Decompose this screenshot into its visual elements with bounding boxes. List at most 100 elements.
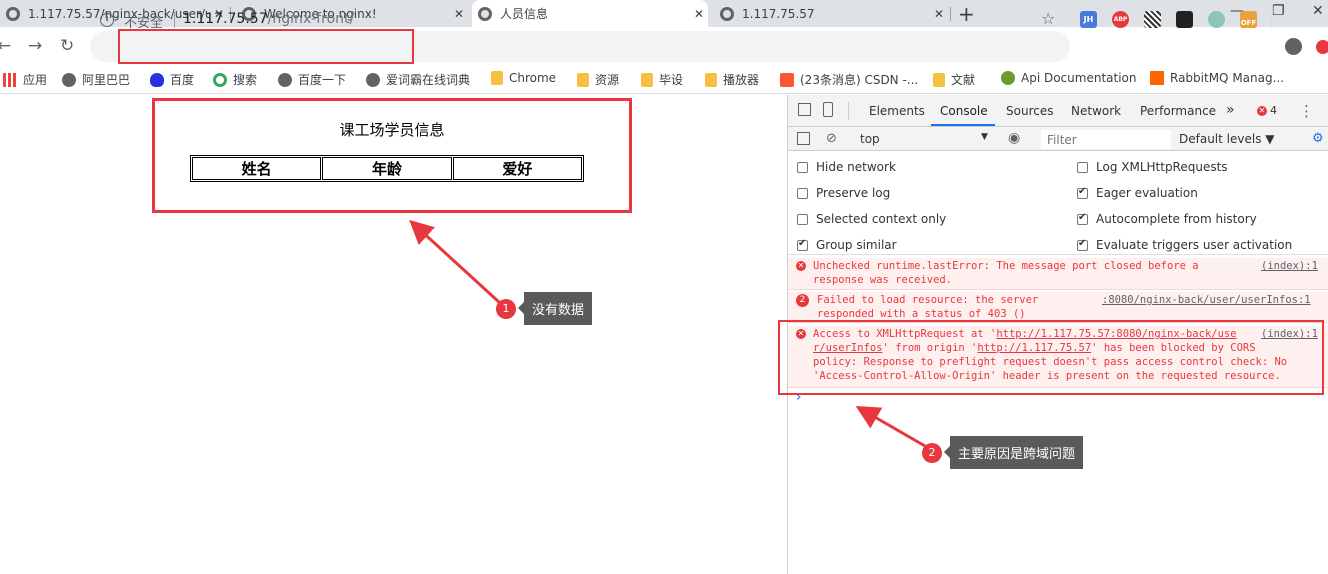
checkbox-checked[interactable] bbox=[1077, 212, 1088, 225]
log-levels-dropdown[interactable]: Default levels ▼ bbox=[1179, 132, 1275, 146]
red-extension-icon[interactable] bbox=[1316, 40, 1328, 54]
checkbox-unchecked[interactable] bbox=[797, 161, 808, 173]
content-highlight-box: 课工场学员信息 姓名 年龄 爱好 bbox=[152, 98, 632, 213]
option-autocomplete[interactable]: Autocomplete from history bbox=[1077, 212, 1257, 226]
url-text[interactable]: 1.117.75.57/nginx-front/ bbox=[183, 11, 354, 27]
back-icon[interactable]: ← bbox=[0, 36, 11, 56]
column-header-name: 姓名 bbox=[192, 157, 322, 180]
bookmark-label: 爱词霸在线词典 bbox=[386, 73, 471, 87]
error-count-badge[interactable]: ✕ 4 bbox=[1257, 104, 1277, 117]
forward-icon[interactable]: → bbox=[28, 36, 42, 56]
checkbox-checked[interactable] bbox=[1077, 238, 1088, 251]
bookmark-label: 百度 bbox=[170, 73, 195, 87]
profile-icon[interactable] bbox=[1285, 38, 1302, 55]
devtools-tab-performance[interactable]: Performance bbox=[1140, 104, 1216, 118]
close-window-icon[interactable]: ✕ bbox=[1312, 3, 1324, 19]
console-filter-bar: ⊘ top ▼ ◉ Default levels ▼ ⚙ bbox=[788, 127, 1328, 151]
devtools-menu-icon[interactable]: ⋮ bbox=[1299, 102, 1314, 120]
bookmark-label: Api Documentation bbox=[1021, 71, 1137, 85]
checkbox-unchecked[interactable] bbox=[797, 213, 808, 225]
bookmarks-bar: 应用 阿里巴巴 百度 搜索 百度一下 爱词霸在线词典 Chrome 资源 毕设 … bbox=[0, 66, 1328, 94]
sidebar-toggle-icon[interactable] bbox=[797, 132, 810, 145]
site-info-icon[interactable]: i bbox=[100, 13, 114, 27]
folder-icon bbox=[577, 72, 589, 87]
bookmark-folder-papers[interactable]: 文献 bbox=[933, 71, 975, 88]
close-tab-icon[interactable]: ✕ bbox=[690, 7, 708, 21]
message-source-link[interactable]: (index):1 bbox=[1261, 259, 1318, 273]
context-selector[interactable]: top bbox=[860, 132, 880, 146]
clear-console-icon[interactable]: ⊘ bbox=[826, 131, 837, 146]
message-text: Unchecked runtime.lastError: The message… bbox=[813, 260, 1199, 286]
option-evaluate-triggers[interactable]: Evaluate triggers user activation bbox=[1077, 238, 1292, 252]
jh-extension-icon[interactable]: JH bbox=[1080, 11, 1097, 28]
tampermonkey-extension-icon[interactable] bbox=[1176, 11, 1193, 28]
bookmark-folder-resources[interactable]: 资源 bbox=[577, 71, 619, 88]
bookmark-label: RabbitMQ Manag... bbox=[1170, 71, 1285, 85]
bookmark-star-icon[interactable]: ☆ bbox=[1041, 9, 1055, 28]
option-hide-network[interactable]: Hide network bbox=[797, 160, 896, 174]
option-eager-evaluation[interactable]: Eager evaluation bbox=[1077, 186, 1198, 200]
cors-error-highlight-box bbox=[778, 320, 1324, 395]
checkbox-checked[interactable] bbox=[797, 238, 808, 251]
column-header-hobby: 爱好 bbox=[452, 157, 582, 180]
new-tab-icon[interactable]: + bbox=[958, 2, 975, 26]
bookmark-folder-player[interactable]: 播放器 bbox=[705, 71, 759, 88]
option-selected-context[interactable]: Selected context only bbox=[797, 212, 946, 226]
rabbitmq-icon bbox=[1150, 71, 1164, 85]
bookmark-folder-thesis[interactable]: 毕设 bbox=[641, 71, 683, 88]
chevron-down-icon[interactable]: ▼ bbox=[981, 132, 988, 142]
close-tab-icon[interactable]: ✕ bbox=[450, 7, 468, 21]
bookmark-baidu[interactable]: 百度 bbox=[150, 71, 194, 88]
error-icon: ✕ bbox=[1257, 105, 1267, 116]
globe-icon bbox=[6, 6, 20, 21]
toolbar-separator bbox=[1271, 12, 1272, 28]
option-log-xhr[interactable]: Log XMLHttpRequests bbox=[1077, 160, 1228, 174]
option-group-similar[interactable]: Group similar bbox=[797, 238, 897, 252]
bookmark-alibaba[interactable]: 阿里巴巴 bbox=[62, 71, 130, 88]
more-tabs-icon[interactable]: » bbox=[1226, 102, 1235, 118]
devtools-tab-network[interactable]: Network bbox=[1071, 104, 1121, 118]
devtools-tab-console[interactable]: Console bbox=[940, 104, 988, 118]
bookmark-label: (23条消息) CSDN -... bbox=[800, 73, 919, 87]
bookmark-folder-chrome[interactable]: Chrome bbox=[491, 71, 556, 85]
off-extension-icon[interactable]: OFF bbox=[1240, 11, 1257, 28]
url-path: /nginx-front/ bbox=[267, 11, 355, 27]
bookmark-label: 搜索 bbox=[233, 73, 258, 87]
search-icon bbox=[213, 72, 227, 87]
checkbox-unchecked[interactable] bbox=[797, 187, 808, 199]
reload-icon[interactable]: ↻ bbox=[60, 36, 74, 56]
live-expression-eye-icon[interactable]: ◉ bbox=[1008, 130, 1020, 146]
close-tab-icon[interactable]: ✕ bbox=[930, 7, 948, 21]
qrcode-extension-icon[interactable] bbox=[1144, 11, 1161, 28]
globe-icon bbox=[478, 6, 492, 21]
error-count: 4 bbox=[1270, 104, 1277, 117]
settings-gear-icon[interactable]: ⚙ bbox=[1312, 131, 1324, 146]
devtools-tab-elements[interactable]: Elements bbox=[869, 104, 925, 118]
device-toolbar-icon[interactable] bbox=[823, 102, 833, 117]
devtools-divider bbox=[848, 102, 849, 120]
bookmark-api-docs[interactable]: Api Documentation bbox=[1001, 71, 1136, 85]
console-filter-input[interactable] bbox=[1041, 130, 1171, 149]
baidu-paw-icon bbox=[150, 72, 164, 87]
restore-icon[interactable]: ❐ bbox=[1272, 3, 1285, 19]
inspect-element-icon[interactable] bbox=[798, 103, 811, 116]
devtools-tab-sources[interactable]: Sources bbox=[1006, 104, 1053, 118]
url-highlight-box bbox=[118, 29, 414, 64]
bookmark-apps[interactable]: 应用 bbox=[3, 71, 47, 88]
bookmark-iciba[interactable]: 爱词霸在线词典 bbox=[366, 71, 470, 88]
console-settings: Hide network Preserve log Selected conte… bbox=[788, 151, 1328, 255]
message-source-link[interactable]: :8080/nginx-back/user/userInfos:1 bbox=[1102, 293, 1311, 307]
bookmark-search[interactable]: 搜索 bbox=[213, 71, 257, 88]
option-preserve-log[interactable]: Preserve log bbox=[797, 186, 890, 200]
repeat-count-badge: 2 bbox=[796, 294, 809, 307]
adblock-extension-icon[interactable]: ABP bbox=[1112, 11, 1129, 28]
cat-extension-icon[interactable] bbox=[1208, 11, 1225, 28]
bookmark-baidu-yixia[interactable]: 百度一下 bbox=[278, 71, 346, 88]
checkbox-checked[interactable] bbox=[1077, 186, 1088, 199]
bookmark-csdn[interactable]: (23条消息) CSDN -... bbox=[780, 71, 918, 88]
annotation-label: 主要原因是跨域问题 bbox=[943, 436, 1084, 469]
tab-person-info[interactable]: 人员信息 ✕ bbox=[472, 0, 708, 27]
checkbox-unchecked[interactable] bbox=[1077, 161, 1088, 173]
tab-ip[interactable]: 1.117.75.57 ✕ bbox=[714, 0, 948, 27]
bookmark-rabbitmq[interactable]: RabbitMQ Manag... bbox=[1150, 71, 1284, 85]
